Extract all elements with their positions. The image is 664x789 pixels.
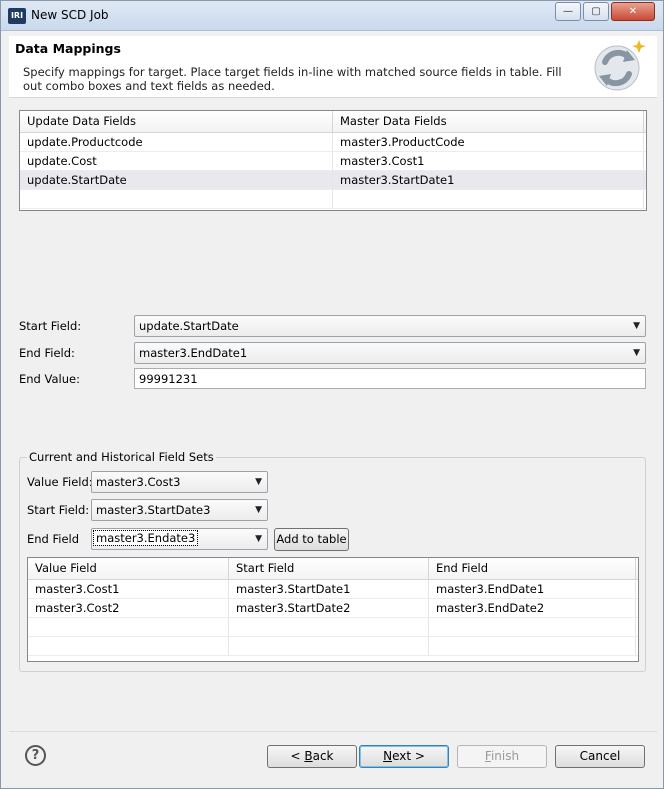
chevron-down-icon[interactable]: ▼ (255, 505, 262, 515)
field-sets-group-title: Current and Historical Field Sets (27, 450, 216, 464)
table-cell (429, 618, 636, 636)
app-logo-icon: IRI (8, 8, 26, 24)
chevron-down-icon[interactable]: ▼ (255, 534, 262, 544)
value-field-value: master3.Cost3 (96, 475, 181, 489)
next-rest: ext > (392, 749, 425, 763)
column-header[interactable]: Value Field (28, 558, 229, 579)
back-mnemonic: B (304, 749, 313, 763)
column-header[interactable]: End Field (429, 558, 636, 579)
table-row[interactable] (20, 190, 646, 209)
start-field-label: Start Field: (19, 319, 82, 333)
set-start-field-combo[interactable]: master3.StartDate3 ▼ (91, 499, 268, 521)
table-row[interactable]: master3.Cost1 master3.StartDate1 master3… (28, 580, 638, 599)
back-prefix: < (290, 749, 305, 763)
end-field-label: End Field: (19, 346, 75, 360)
table-cell: master3.StartDate1 (229, 580, 429, 598)
wizard-banner-icon (594, 40, 646, 91)
value-field-combo[interactable]: master3.Cost3 ▼ (91, 471, 268, 493)
table-row[interactable]: master3.Cost2 master3.StartDate2 master3… (28, 599, 638, 618)
end-value-field[interactable]: 99991231 (134, 368, 646, 389)
finish-rest: inish (490, 749, 520, 763)
chevron-down-icon[interactable]: ▼ (633, 321, 640, 331)
end-field-value: master3.EndDate1 (139, 346, 248, 360)
add-to-table-button[interactable]: Add to table (274, 528, 349, 551)
table-cell: update.Cost (20, 152, 333, 170)
field-sets-table-header: Value Field Start Field End Field (28, 558, 638, 580)
value-field-label: Value Field: (27, 475, 93, 489)
mapping-table[interactable]: Update Data Fields Master Data Fields up… (19, 110, 647, 211)
finish-button[interactable]: Finish (457, 745, 547, 768)
back-rest: ack (312, 749, 334, 763)
table-cell: master3.StartDate2 (229, 599, 429, 617)
table-cell (429, 637, 636, 655)
set-start-field-value: master3.StartDate3 (96, 503, 211, 517)
page-description: Specify mappings for target. Place targe… (23, 65, 562, 93)
end-field-combo[interactable]: master3.EndDate1 ▼ (134, 342, 646, 364)
column-header[interactable]: Master Data Fields (333, 111, 644, 132)
table-cell: master3.Cost1 (28, 580, 229, 598)
table-row[interactable] (28, 618, 638, 637)
mapping-table-header: Update Data Fields Master Data Fields (20, 111, 646, 133)
help-icon[interactable]: ? (25, 745, 46, 766)
table-cell: master3.EndDate1 (429, 580, 636, 598)
column-header[interactable]: Update Data Fields (20, 111, 333, 132)
chevron-down-icon[interactable]: ▼ (255, 477, 262, 487)
start-field-value: update.StartDate (139, 319, 239, 333)
table-cell (229, 618, 429, 636)
end-value-label: End Value: (19, 372, 80, 386)
set-end-field-label: End Field (27, 532, 80, 546)
table-cell: master3.EndDate2 (429, 599, 636, 617)
table-cell: master3.ProductCode (333, 133, 644, 151)
table-row[interactable]: update.Productcode master3.ProductCode (20, 133, 646, 152)
chevron-down-icon[interactable]: ▼ (633, 348, 640, 358)
footer-divider (9, 731, 657, 732)
field-sets-table[interactable]: Value Field Start Field End Field master… (27, 557, 639, 662)
cancel-button[interactable]: Cancel (555, 745, 645, 768)
table-cell: update.StartDate (20, 171, 333, 189)
column-header[interactable]: Start Field (229, 558, 429, 579)
end-value-text: 99991231 (139, 372, 198, 386)
table-cell (28, 618, 229, 636)
wizard-header: Data Mappings Specify mappings for targe… (9, 36, 657, 98)
back-button[interactable]: < Back (267, 745, 357, 768)
table-row[interactable] (28, 637, 638, 656)
page-title: Data Mappings (15, 41, 121, 56)
title-bar: IRI New SCD Job — ▢ ✕ (1, 1, 663, 31)
next-mnemonic: N (383, 749, 393, 763)
table-cell: master3.Cost2 (28, 599, 229, 617)
table-cell: update.Productcode (20, 133, 333, 151)
table-cell (229, 637, 429, 655)
table-cell (333, 190, 644, 208)
minimize-button[interactable]: — (555, 2, 581, 21)
window-title: New SCD Job (31, 8, 109, 22)
table-cell: master3.StartDate1 (333, 171, 644, 189)
maximize-button[interactable]: ▢ (583, 2, 609, 21)
table-cell (28, 637, 229, 655)
close-button[interactable]: ✕ (611, 2, 655, 21)
next-button[interactable]: Next > (359, 745, 449, 768)
start-field-combo[interactable]: update.StartDate ▼ (134, 315, 646, 337)
table-cell: master3.Cost1 (333, 152, 644, 170)
set-start-field-label: Start Field: (27, 503, 90, 517)
table-row[interactable]: update.Cost master3.Cost1 (20, 152, 646, 171)
table-cell (20, 190, 333, 208)
table-row-selected[interactable]: update.StartDate master3.StartDate1 (20, 171, 646, 190)
wizard-window: IRI New SCD Job — ▢ ✕ Data Mappings Spec… (0, 0, 664, 789)
set-end-field-value: master3.Endate3 (92, 530, 199, 546)
set-end-field-combo[interactable]: master3.Endate3 ▼ (91, 528, 268, 550)
